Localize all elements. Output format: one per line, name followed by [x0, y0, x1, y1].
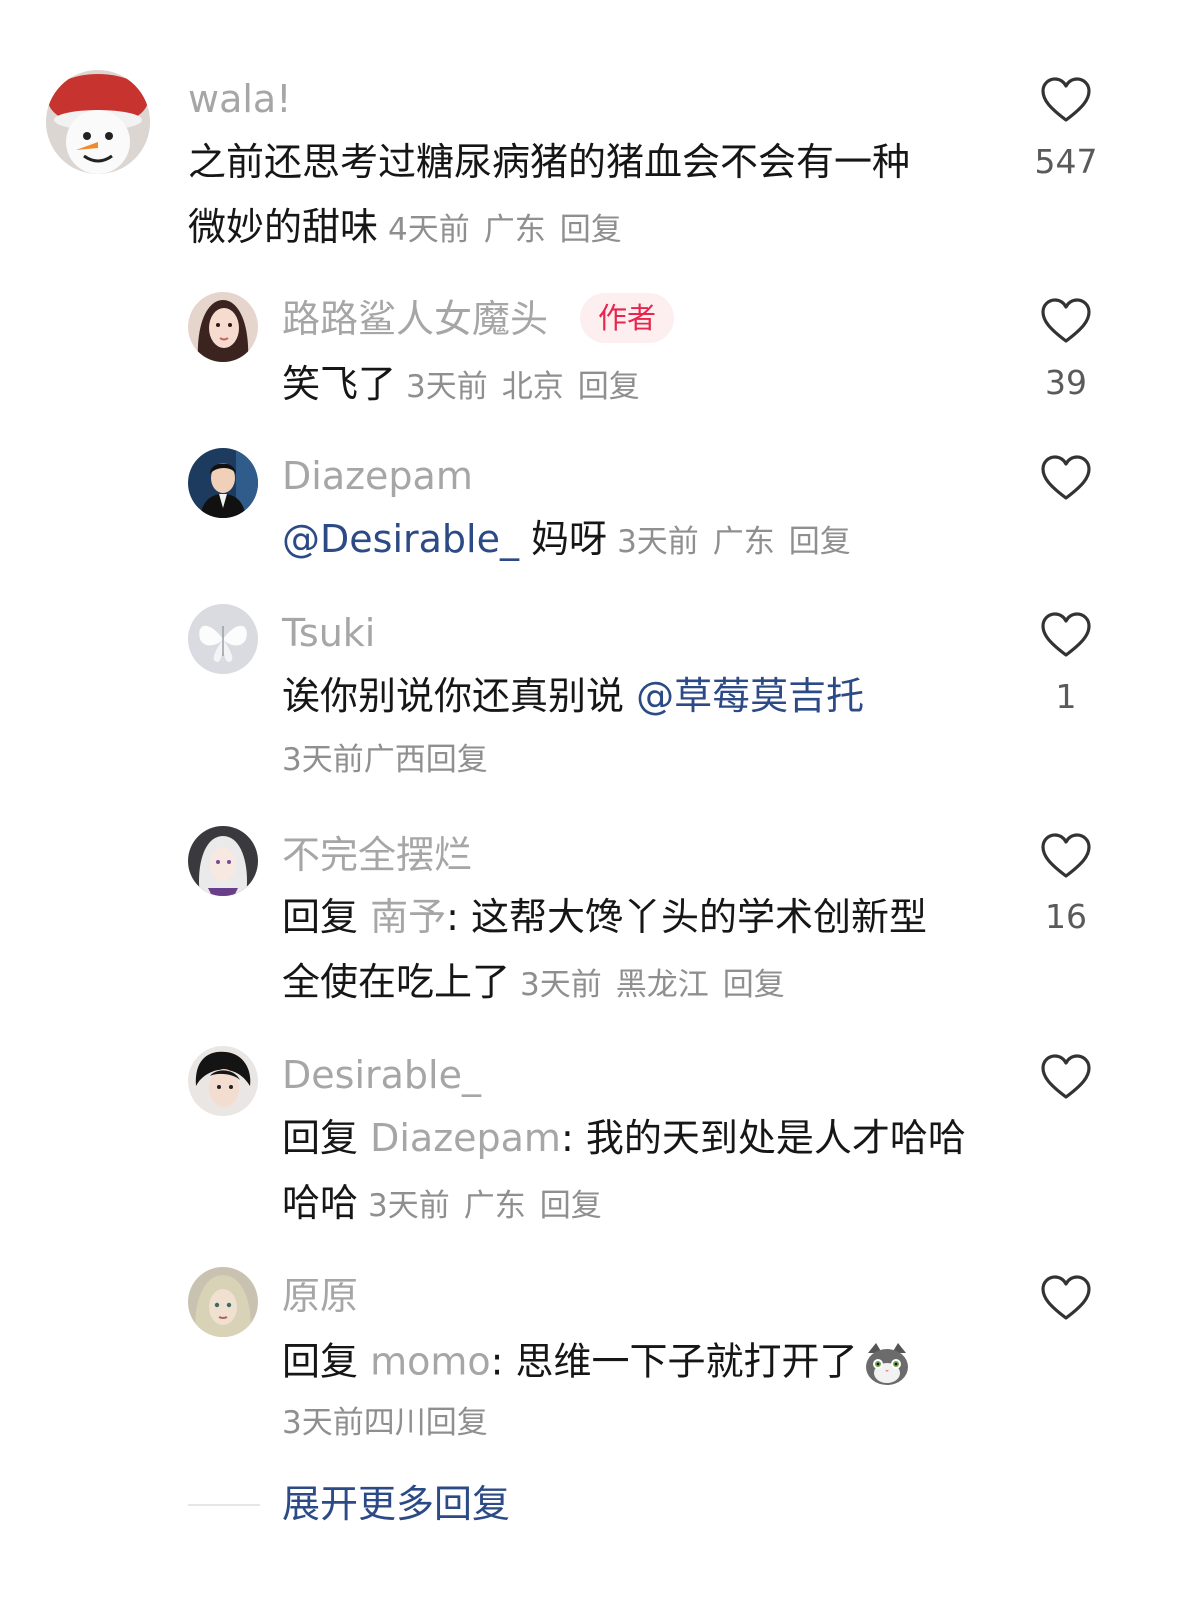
reply-text: 回复 momo: 思维一下子就打开了: [282, 1339, 912, 1389]
comment-text: 之前还思考过糖尿病猪的猪血会不会有一种: [188, 140, 911, 184]
username[interactable]: 不完全摆烂: [282, 836, 472, 874]
comment-time: 4天前: [388, 212, 470, 248]
reply-button[interactable]: 回复: [578, 369, 640, 405]
reply-button[interactable]: 回复: [426, 742, 488, 778]
reply-text-content: : 思维一下子就打开了: [490, 1339, 858, 1384]
reply-location: 四川: [363, 1405, 426, 1441]
reply-time: 3天前: [368, 1188, 450, 1224]
heart-outline-icon[interactable]: [1040, 832, 1092, 880]
reply-text-line2: 全使在吃上了 3天前 黑龙江 回复: [282, 963, 785, 1001]
like-count: 16: [1045, 897, 1087, 936]
author-badge: 作者: [580, 293, 675, 343]
heart-outline-icon[interactable]: [1040, 297, 1092, 345]
heart-outline-icon[interactable]: [1040, 454, 1092, 502]
reply-text: 回复 Diazepam: 我的天到处是人才哈哈: [282, 1119, 966, 1157]
like-count: 39: [1045, 363, 1087, 402]
avatar[interactable]: [188, 448, 258, 518]
reply-text-end: 哈哈: [282, 1181, 359, 1225]
reply-location: 黑龙江: [615, 967, 709, 1003]
avatar[interactable]: [188, 1267, 258, 1337]
reply-button[interactable]: 回复: [560, 212, 622, 248]
reply-text-line2: 哈哈 3天前 广东 回复: [282, 1184, 602, 1222]
reply-text-content: 妈呀: [518, 517, 608, 561]
avatar[interactable]: [188, 826, 258, 896]
reply-prefix: 回复: [282, 895, 371, 939]
reply-time: 3天前: [406, 369, 488, 405]
mention-link[interactable]: @草莓莫吉托: [636, 674, 864, 718]
comment-text-line2: 微妙的甜味 4天前 广东 回复: [188, 208, 622, 246]
heart-outline-icon[interactable]: [1040, 76, 1092, 124]
mention-link[interactable]: @Desirable_: [282, 517, 519, 561]
reply-meta: 3天前四川回复: [282, 1408, 488, 1439]
avatar[interactable]: [188, 604, 258, 674]
reply-button[interactable]: 回复: [426, 1405, 488, 1441]
reply-text-content: : 我的天到处是人才哈哈: [560, 1116, 966, 1160]
reply-meta: 3天前广西回复: [282, 745, 488, 776]
username[interactable]: wala!: [188, 80, 291, 118]
avatar[interactable]: [46, 70, 150, 174]
reply-location: 北京: [501, 369, 564, 405]
reply-text: @Desirable_ 妈呀 3天前 广东 回复: [282, 520, 851, 558]
username[interactable]: 原原: [282, 1277, 358, 1315]
reply-button[interactable]: 回复: [540, 1188, 602, 1224]
heart-outline-icon[interactable]: [1040, 1053, 1092, 1101]
avatar[interactable]: [188, 292, 258, 362]
reply-target-user[interactable]: 南予: [370, 895, 446, 939]
reply-text-content: 笑飞了: [282, 362, 397, 406]
divider: [188, 1504, 260, 1506]
reply-text-content: 诶你别说你还真别说: [282, 674, 637, 718]
reply-button[interactable]: 回复: [789, 524, 851, 560]
reply-text: 笑飞了 3天前 北京 回复: [282, 365, 640, 403]
like-count: 1: [1055, 677, 1077, 716]
reply-text-content: : 这帮大馋丫头的学术创新型: [446, 895, 927, 939]
username[interactable]: Diazepam: [282, 457, 473, 495]
reply-time: 3天前: [282, 742, 364, 778]
comment-location: 广东: [483, 212, 546, 248]
username[interactable]: Tsuki: [282, 614, 375, 652]
cat-face-emoji: [865, 1343, 908, 1385]
reply-text: 回复 南予: 这帮大馋丫头的学术创新型: [282, 898, 927, 936]
expand-more-replies-button[interactable]: 展开更多回复: [282, 1485, 510, 1523]
reply-time: 3天前: [520, 967, 602, 1003]
avatar[interactable]: [188, 1046, 258, 1116]
reply-location: 广东: [712, 524, 775, 560]
comment-text-end: 微妙的甜味: [188, 205, 379, 249]
username[interactable]: Desirable_: [282, 1056, 481, 1094]
heart-outline-icon[interactable]: [1040, 1274, 1092, 1322]
heart-outline-icon[interactable]: [1040, 611, 1092, 659]
reply-location: 广东: [463, 1188, 526, 1224]
reply-time: 3天前: [617, 524, 699, 560]
reply-text-end: 全使在吃上了: [282, 960, 511, 1004]
reply-location: 广西: [363, 742, 426, 778]
reply-prefix: 回复: [282, 1116, 371, 1160]
like-count: 547: [1034, 142, 1098, 181]
reply-target-user[interactable]: momo: [370, 1340, 491, 1384]
reply-target-user[interactable]: Diazepam: [370, 1116, 561, 1160]
reply-text: 诶你别说你还真别说 @草莓莫吉托: [282, 677, 864, 715]
reply-prefix: 回复: [282, 1339, 371, 1384]
reply-time: 3天前: [282, 1405, 364, 1441]
username[interactable]: 路路鲨人女魔头: [282, 300, 548, 338]
reply-button[interactable]: 回复: [723, 967, 785, 1003]
